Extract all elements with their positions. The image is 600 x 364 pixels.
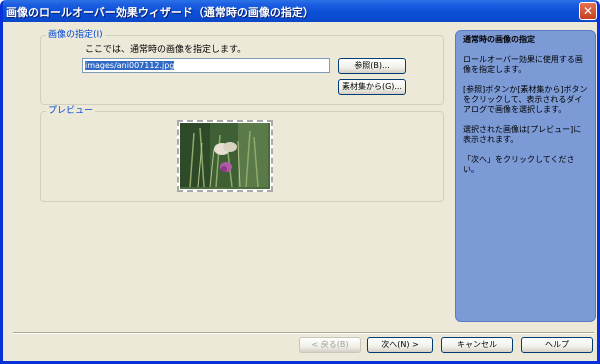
preview-frame [177, 120, 273, 192]
material-button[interactable]: 素材集から(G)... [338, 79, 406, 95]
help-side-panel: 通常時の画像の指定 ロールオーバー効果に使用する画像を指定します。 [参照]ボタ… [455, 30, 596, 322]
browse-button[interactable]: 参照(B)... [338, 58, 406, 74]
footer-divider [13, 332, 594, 334]
wizard-window: 画像のロールオーバー効果ウィザード（通常時の画像の指定） ✕ 画像の指定(I) … [0, 0, 600, 364]
back-button[interactable]: < 戻る(B) [299, 337, 361, 353]
next-button[interactable]: 次へ(N) > [367, 337, 433, 353]
preview-legend: プレビュー [46, 106, 96, 117]
image-spec-group: 画像の指定(I) ここでは、通常時の画像を指定します。 images/ani00… [40, 30, 444, 105]
help-button[interactable]: ヘルプ [521, 337, 593, 353]
title-bar[interactable]: 画像のロールオーバー効果ウィザード（通常時の画像の指定） ✕ [3, 0, 597, 22]
image-spec-description: ここでは、通常時の画像を指定します。 [85, 45, 247, 55]
window-title: 画像のロールオーバー効果ウィザード（通常時の画像の指定） [6, 6, 314, 19]
butterfly-flower-photo [180, 123, 268, 188]
preview-group: プレビュー [40, 106, 444, 202]
close-button[interactable]: ✕ [579, 2, 597, 20]
side-panel-text-1: ロールオーバー効果に使用する画像を指定します。 [463, 55, 583, 74]
preview-image [180, 123, 270, 189]
side-panel-text-3: 選択された画像は[プレビュー]に表示されます。 [463, 125, 582, 144]
close-icon: ✕ [582, 4, 594, 18]
side-panel-text-4: 「次へ」をクリックしてください。 [463, 155, 575, 174]
cancel-button[interactable]: キャンセル [441, 337, 513, 353]
image-path-value: images/ani007112.jpg [85, 61, 175, 70]
image-spec-legend: 画像の指定(I) [46, 30, 105, 41]
side-panel-text-2: [参照]ボタンか[素材集から]ボタンをクリックして、表示されるダイアログで画像を… [463, 85, 588, 114]
image-path-input[interactable]: images/ani007112.jpg [82, 58, 330, 73]
side-panel-heading: 通常時の画像の指定 [463, 35, 535, 44]
